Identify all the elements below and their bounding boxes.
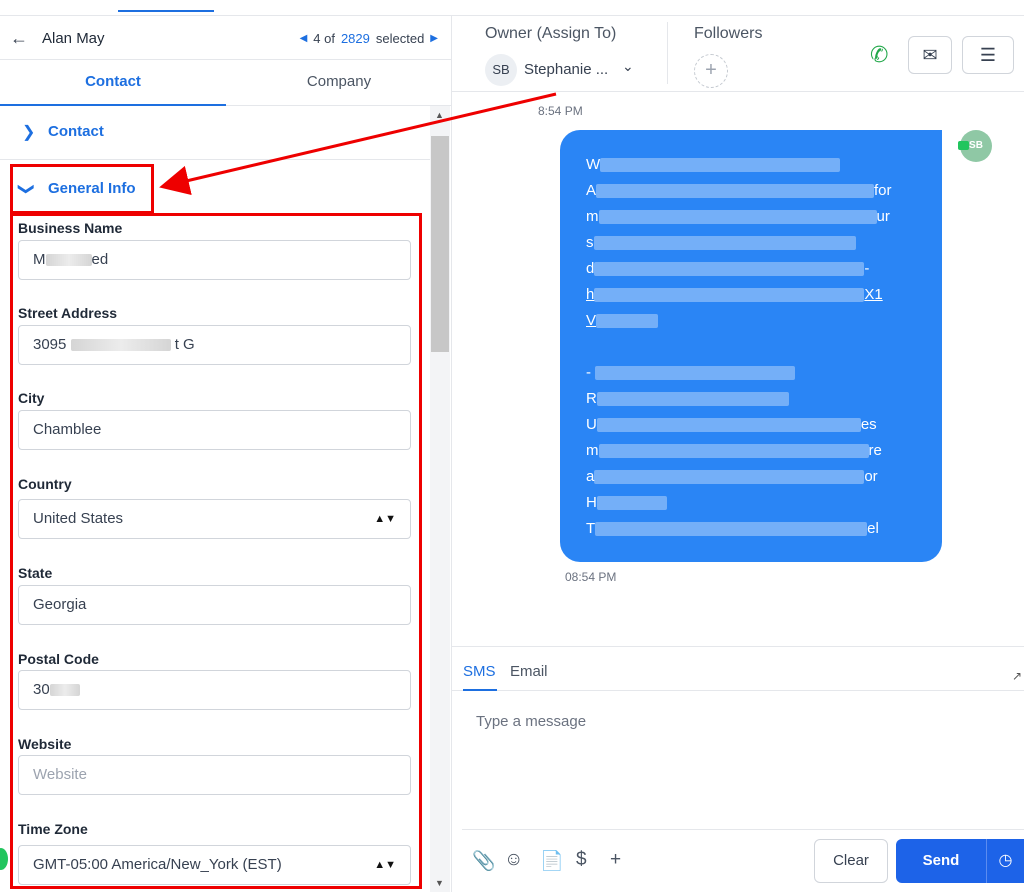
divider (667, 22, 668, 84)
filter-icon[interactable]: ☰ (962, 36, 1014, 74)
redacted-text (595, 522, 868, 537)
message-line: a or (586, 468, 878, 485)
message-link-line[interactable]: V (586, 308, 916, 334)
redacted-text (594, 262, 865, 277)
scrollbar-thumb[interactable] (431, 136, 449, 352)
expand-icon[interactable]: ↗ (1012, 669, 1022, 683)
message-composer: SMS Email ↗ 📎 ☺ 📄 $ + Clear Send ◷ (452, 646, 1024, 892)
vertical-scrollbar[interactable]: ▲ ▼ (430, 106, 450, 892)
message-line: - (586, 360, 916, 386)
clear-button[interactable]: Clear (814, 839, 888, 883)
section-contact-label: Contact (48, 123, 104, 140)
dollar-icon[interactable]: $ (576, 849, 587, 871)
owner-select[interactable]: Stephanie ... (524, 61, 608, 78)
avatar: SB (485, 54, 517, 86)
message-line: Tel (586, 520, 879, 537)
chevron-right-icon: ❯ (22, 124, 36, 141)
redacted-text (596, 314, 659, 329)
details-tabs: Contact Company (0, 60, 452, 106)
chevron-down-icon[interactable]: ⌄ (622, 58, 634, 75)
message-line (586, 334, 916, 360)
redacted-text (596, 418, 861, 433)
pager-total[interactable]: 2829 (341, 31, 370, 46)
tab-company[interactable]: Company (226, 60, 452, 106)
pager-prev-icon[interactable]: ◀ (300, 33, 308, 44)
message-line: m re (586, 442, 882, 459)
message-line: Afor (586, 182, 892, 199)
phone-icon[interactable]: ✆ (870, 42, 888, 68)
redacted-text (598, 444, 869, 459)
message-thread: 8:54 PM W Afor m ur s d- h X1 V - R Ues mr… (452, 92, 1024, 646)
conversation-header: Owner (Assign To) SB Stephanie ... ⌄ Fol… (452, 16, 1024, 92)
message-line: m ur (586, 208, 890, 225)
message-line: H (586, 490, 916, 516)
emoji-icon[interactable]: ☺ (504, 849, 523, 871)
divider (462, 829, 1024, 830)
tab-contact[interactable]: Contact (0, 60, 226, 106)
redacted-text (596, 496, 667, 511)
redacted-text (596, 184, 875, 199)
message-line: d- (586, 260, 870, 277)
tab-email[interactable]: Email (510, 663, 548, 680)
conversation-panel: Owner (Assign To) SB Stephanie ... ⌄ Fol… (452, 16, 1024, 892)
app-root: ← Alan May ◀ 4 of 2829 selected ▶ Contac… (0, 0, 1024, 892)
redacted-text (600, 158, 841, 173)
attachment-icon[interactable]: 📎 (472, 849, 496, 873)
arrow-left-icon[interactable]: ← (10, 28, 28, 49)
annotation-highlight-box (10, 164, 154, 214)
pager-position: 4 of (313, 31, 335, 46)
message-input[interactable] (462, 699, 1014, 829)
message-line: Ues (586, 416, 877, 433)
message-line: s (586, 230, 916, 256)
pager-next-icon[interactable]: ▶ (430, 33, 438, 44)
redacted-text (598, 210, 877, 225)
add-follower-button[interactable]: + (694, 54, 728, 88)
active-tab-indicator (463, 689, 497, 691)
pager-suffix: selected (375, 31, 425, 46)
avatar: SB (958, 130, 992, 162)
message-timestamp: 8:54 PM (538, 104, 583, 118)
annotation-highlight-box (10, 213, 422, 889)
followers-label: Followers (694, 25, 763, 42)
redacted-text (596, 392, 789, 407)
sms-badge-icon (958, 141, 969, 150)
top-strip (0, 0, 1024, 16)
envelope-icon[interactable]: ✉ (908, 36, 952, 74)
redacted-text (595, 366, 796, 381)
section-contact[interactable]: ❯ Contact (0, 106, 430, 160)
redacted-text (594, 288, 865, 303)
contact-pager: ◀ 4 of 2829 selected ▶ (300, 31, 438, 46)
template-icon[interactable]: 📄 (540, 849, 564, 873)
message-link-line[interactable]: h X1 (586, 282, 916, 308)
scroll-up-icon[interactable]: ▲ (435, 110, 444, 120)
contact-name: Alan May (42, 30, 105, 47)
redacted-text (593, 236, 856, 251)
composer-tabs: SMS Email ↗ (452, 647, 1024, 691)
owner-label: Owner (Assign To) (485, 25, 617, 42)
redacted-text (594, 470, 865, 485)
active-top-tab-indicator (118, 10, 214, 12)
contact-header: ← Alan May ◀ 4 of 2829 selected ▶ (0, 16, 452, 60)
message-timestamp: 08:54 PM (565, 570, 617, 584)
tab-sms[interactable]: SMS (463, 663, 496, 680)
send-button[interactable]: Send (896, 839, 986, 883)
outgoing-message-bubble: W Afor m ur s d- h X1 V - R Ues m re a or H … (560, 130, 942, 562)
message-line: W (586, 152, 916, 178)
message-line: R (586, 386, 916, 412)
scroll-down-icon[interactable]: ▼ (435, 878, 444, 888)
plus-icon[interactable]: + (610, 849, 621, 871)
schedule-clock-icon[interactable]: ◷ (986, 839, 1024, 883)
